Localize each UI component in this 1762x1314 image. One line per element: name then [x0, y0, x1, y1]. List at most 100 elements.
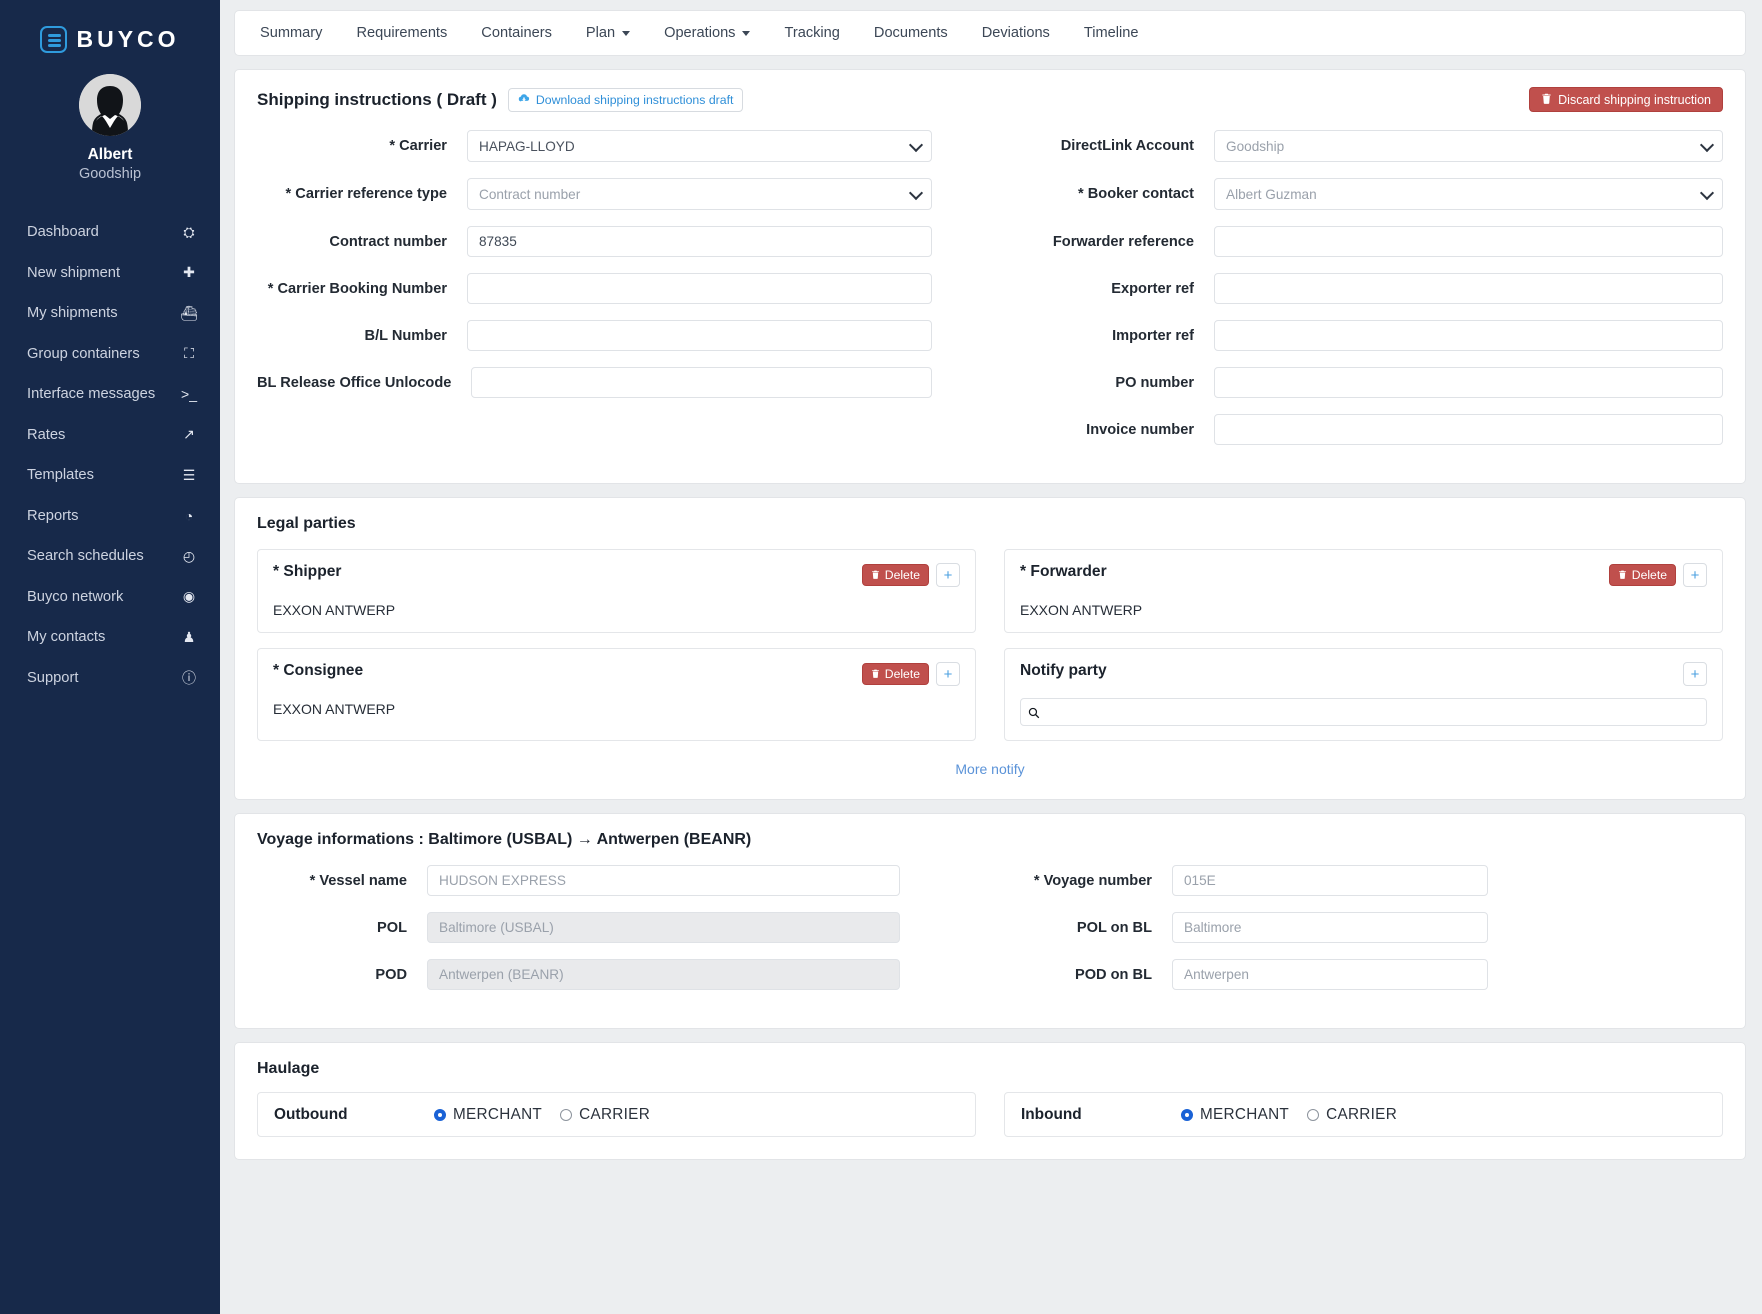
- delete-consignee-button[interactable]: Delete: [862, 663, 929, 685]
- label-text: BL Release Office Unlocode: [257, 375, 451, 391]
- sidebar-item-label: Templates: [27, 467, 180, 483]
- sidebar-item-my-shipments[interactable]: My shipments ⛴: [0, 293, 220, 334]
- add-notify-party-button[interactable]: +: [1683, 662, 1707, 686]
- haulage-outbound-carrier-option[interactable]: CARRIER: [560, 1106, 650, 1124]
- sidebar-nav: Dashboard ⛭ New shipment ✚ My shipments …: [0, 212, 220, 698]
- discard-shipping-instruction-button[interactable]: Discard shipping instruction: [1529, 87, 1723, 112]
- tab-plan[interactable]: Plan: [569, 11, 647, 55]
- ship-icon: ⛴: [180, 305, 198, 322]
- carrier-booking-number-input[interactable]: [467, 273, 932, 304]
- tab-label: Documents: [874, 25, 948, 41]
- download-shipping-instructions-button[interactable]: Download shipping instructions draft: [508, 88, 744, 112]
- booker-contact-select[interactable]: Albert Guzman: [1214, 178, 1723, 210]
- field-label: * Carrier: [257, 138, 467, 154]
- field-carrier-booking-number: * Carrier Booking Number: [257, 273, 932, 304]
- sidebar-item-search-schedules[interactable]: Search schedules ◴: [0, 536, 220, 577]
- carrier-reference-type-select[interactable]: Contract number: [467, 178, 932, 210]
- plus-icon: +: [1691, 568, 1700, 583]
- chevron-down-icon: [742, 31, 750, 36]
- sidebar-item-interface-messages[interactable]: Interface messages >_: [0, 374, 220, 415]
- sidebar-item-dashboard[interactable]: Dashboard ⛭: [0, 212, 220, 253]
- field-label: * Vessel name: [257, 873, 427, 889]
- sidebar-item-my-contacts[interactable]: My contacts ♟: [0, 617, 220, 658]
- sidebar-item-rates[interactable]: Rates ↗: [0, 415, 220, 456]
- sidebar-item-reports[interactable]: Reports ◔: [0, 496, 220, 537]
- exporter-ref-input[interactable]: [1214, 273, 1723, 304]
- delete-label: Delete: [885, 568, 920, 582]
- brand-logo[interactable]: BUYCO: [0, 0, 220, 56]
- label-text: Forwarder reference: [1053, 234, 1194, 250]
- sidebar-item-label: Dashboard: [27, 224, 180, 240]
- label-text: B/L Number: [365, 328, 447, 344]
- sidebar-item-group-containers[interactable]: Group containers ⛶: [0, 334, 220, 375]
- brand-name: BUYCO: [76, 26, 179, 53]
- add-shipper-button[interactable]: +: [936, 563, 960, 587]
- importer-ref-input[interactable]: [1214, 320, 1723, 351]
- tab-summary[interactable]: Summary: [243, 11, 339, 55]
- sidebar-item-new-shipment[interactable]: New shipment ✚: [0, 253, 220, 294]
- sidebar-item-label: Search schedules: [27, 548, 180, 564]
- tab-label: Operations: [664, 25, 735, 41]
- haulage-outbound-merchant-option[interactable]: MERCHANT: [434, 1106, 542, 1124]
- voyage-title: Voyage informations : Baltimore (USBAL) …: [257, 831, 1723, 849]
- tab-tracking[interactable]: Tracking: [767, 11, 856, 55]
- label-text: Carrier Booking Number: [278, 281, 447, 297]
- bl-number-input[interactable]: [467, 320, 932, 351]
- pod-on-bl-input[interactable]: [1172, 959, 1488, 990]
- buyco-logo-icon: [40, 26, 67, 53]
- tab-operations[interactable]: Operations: [647, 11, 767, 55]
- tab-label: Containers: [481, 25, 552, 41]
- invoice-number-input[interactable]: [1214, 414, 1723, 445]
- contract-number-input[interactable]: [467, 226, 932, 257]
- delete-forwarder-button[interactable]: Delete: [1609, 564, 1676, 586]
- voyage-number-input[interactable]: [1172, 865, 1488, 896]
- required-marker: *: [286, 186, 292, 202]
- haulage-inbound-merchant-option[interactable]: MERCHANT: [1181, 1106, 1289, 1124]
- field-label: POL on BL: [1002, 920, 1172, 936]
- sidebar-item-support[interactable]: Support ⓘ: [0, 658, 220, 699]
- clock-icon: ◴: [180, 548, 198, 565]
- party-box-consignee: * Consignee Delete + EXXON ANTWERP: [257, 648, 976, 741]
- more-notify-link[interactable]: More notify: [257, 761, 1723, 777]
- tab-label: Requirements: [356, 25, 447, 41]
- po-number-input[interactable]: [1214, 367, 1723, 398]
- party-box-forwarder: * Forwarder Delete + EXXON ANTWERP: [1004, 549, 1723, 633]
- radio-icon: [1181, 1109, 1193, 1121]
- page-title: Shipping instructions ( Draft ): [257, 90, 497, 110]
- field-voyage-number: * Voyage number: [1002, 865, 1488, 896]
- terminal-icon: >_: [180, 386, 198, 402]
- haulage-inbound-carrier-option[interactable]: CARRIER: [1307, 1106, 1397, 1124]
- sidebar-item-buyco-network[interactable]: Buyco network ◉: [0, 577, 220, 618]
- label-text: Exporter ref: [1111, 281, 1194, 297]
- field-directlink-account: DirectLink Account Goodship: [1004, 130, 1723, 162]
- label-text: Consignee: [283, 662, 363, 679]
- field-pod-on-bl: POD on BL: [1002, 959, 1488, 990]
- vessel-name-input[interactable]: [427, 865, 900, 896]
- directlink-account-select[interactable]: Goodship: [1214, 130, 1723, 162]
- label-text: PO number: [1115, 375, 1194, 391]
- tab-containers[interactable]: Containers: [464, 11, 569, 55]
- delete-shipper-button[interactable]: Delete: [862, 564, 929, 586]
- field-label: DirectLink Account: [1004, 138, 1214, 154]
- pol-on-bl-input[interactable]: [1172, 912, 1488, 943]
- label-text: POL: [377, 920, 407, 936]
- field-exporter-ref: Exporter ref: [1004, 273, 1723, 304]
- party-name: * Shipper: [273, 563, 341, 581]
- field-vessel-name: * Vessel name: [257, 865, 900, 896]
- notify-party-search-input[interactable]: [1020, 698, 1707, 726]
- tab-timeline[interactable]: Timeline: [1067, 11, 1156, 55]
- add-consignee-button[interactable]: +: [936, 662, 960, 686]
- carrier-select[interactable]: HAPAG-LLOYD: [467, 130, 932, 162]
- select-value: HAPAG-LLOYD: [479, 139, 575, 154]
- select-placeholder: Albert Guzman: [1226, 187, 1317, 202]
- tab-deviations[interactable]: Deviations: [965, 11, 1067, 55]
- tab-documents[interactable]: Documents: [857, 11, 965, 55]
- sidebar-item-templates[interactable]: Templates ☰: [0, 455, 220, 496]
- label-text: Invoice number: [1086, 422, 1194, 438]
- tab-requirements[interactable]: Requirements: [339, 11, 464, 55]
- forwarder-reference-input[interactable]: [1214, 226, 1723, 257]
- bl-release-office-unlocode-input[interactable]: [471, 367, 932, 398]
- add-forwarder-button[interactable]: +: [1683, 563, 1707, 587]
- pol-input: [427, 912, 900, 943]
- cloud-download-icon: [518, 92, 530, 107]
